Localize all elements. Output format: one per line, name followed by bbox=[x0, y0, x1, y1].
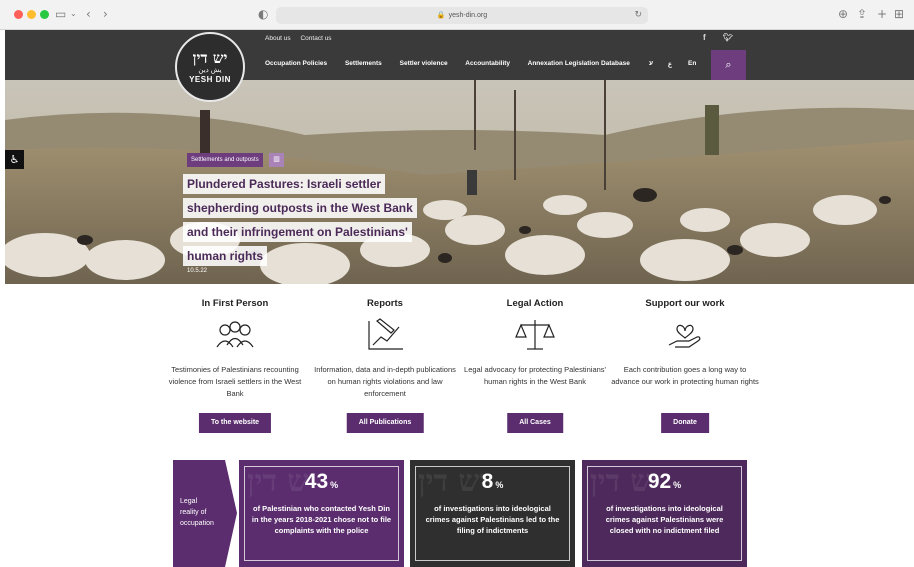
hero-date: 10.5.22 bbox=[187, 268, 208, 274]
hero-title[interactable]: Plundered Pastures: Israeli settler shep… bbox=[183, 174, 423, 270]
share-icon[interactable]: ⇪ bbox=[857, 6, 867, 22]
stat-number: 43 bbox=[304, 470, 329, 493]
site-header: About us Contact us f 🐦︎ Occupation Poli… bbox=[5, 30, 914, 80]
nav-settler-violence[interactable]: Settler violence bbox=[400, 60, 448, 67]
lock-icon: 🔒 bbox=[436, 12, 446, 19]
column-title: Legal Action bbox=[506, 298, 564, 309]
hero-title-line: human rights bbox=[183, 246, 268, 266]
yesh-din-logo[interactable]: יש דין يش دين YESH DIN bbox=[175, 32, 245, 102]
nav-annexation-database[interactable]: Annexation Legislation Database bbox=[528, 60, 630, 67]
stat-unit: % bbox=[495, 480, 504, 490]
chevron-down-icon[interactable]: ⌄ bbox=[70, 6, 77, 22]
stat-unit: % bbox=[673, 480, 682, 490]
new-tab-icon[interactable]: + bbox=[877, 6, 887, 22]
donate-button[interactable]: Donate bbox=[661, 413, 709, 433]
hero-title-line: Plundered Pastures: Israeli settler bbox=[183, 174, 386, 194]
zoom-window-button[interactable] bbox=[40, 10, 49, 19]
back-arrow-icon[interactable]: ‹ bbox=[86, 6, 91, 22]
column-text: Legal advocacy for protecting Palestinia… bbox=[464, 365, 606, 386]
lang-english[interactable]: En bbox=[688, 60, 696, 67]
lang-arabic[interactable]: ع bbox=[668, 60, 672, 68]
chart-pencil-icon bbox=[368, 318, 403, 350]
contact-us-link[interactable]: Contact us bbox=[300, 35, 331, 42]
nav-settlements[interactable]: Settlements bbox=[345, 60, 382, 67]
lang-hebrew[interactable]: ע bbox=[649, 60, 653, 67]
report-chart-icon: ▥ bbox=[269, 153, 284, 167]
stat-description: of investigations into ideological crime… bbox=[605, 504, 724, 535]
stat-value: 43% bbox=[239, 470, 404, 494]
hero-category-tag[interactable]: Settlements and outposts bbox=[187, 153, 263, 167]
about-us-link[interactable]: About us bbox=[265, 35, 291, 42]
column-text: Information, data and in-depth publicati… bbox=[314, 365, 456, 398]
to-the-website-button[interactable]: To the website bbox=[198, 413, 272, 433]
nav-occupation-policies[interactable]: Occupation Policies bbox=[265, 60, 327, 67]
minimize-window-button[interactable] bbox=[27, 10, 36, 19]
stat-number: 8 bbox=[481, 470, 494, 493]
sidebar-icon[interactable]: ▭ bbox=[55, 6, 66, 22]
stat-description: of investigations into ideological crime… bbox=[425, 504, 560, 535]
stat-value: 8% bbox=[410, 470, 575, 494]
main-navigation: Occupation Policies Settlements Settler … bbox=[265, 60, 646, 67]
stat-number: 92 bbox=[647, 470, 672, 493]
logo-arabic: يش دين bbox=[198, 67, 222, 74]
column-legal-action: Legal Action Legal advocacy for protecti… bbox=[460, 298, 610, 433]
twitter-icon[interactable]: 🐦︎ bbox=[723, 33, 733, 42]
legal-label-line: occupation bbox=[180, 520, 214, 527]
url-text: yesh-din.org bbox=[448, 12, 488, 19]
column-title: In First Person bbox=[201, 298, 269, 309]
privacy-shield-icon[interactable]: ◐ bbox=[258, 6, 268, 22]
address-bar[interactable]: 🔒 yesh-din.org ↻ bbox=[276, 7, 648, 24]
legal-label-line: Legal bbox=[180, 498, 198, 505]
utility-links: About us Contact us bbox=[265, 35, 340, 42]
accessibility-icon: ♿︎ bbox=[9, 153, 20, 166]
stat-description: of Palestinian who contacted Yesh Din in… bbox=[251, 504, 392, 535]
people-icon bbox=[216, 321, 254, 348]
stat-unit: % bbox=[330, 480, 339, 490]
column-title: Reports bbox=[367, 298, 403, 309]
tab-overview-icon[interactable]: ⊞ bbox=[894, 6, 904, 22]
all-cases-button[interactable]: All Cases bbox=[507, 413, 563, 433]
forward-arrow-icon[interactable]: › bbox=[103, 6, 108, 22]
hero-photo bbox=[5, 80, 914, 284]
logo-english: YESH DIN bbox=[189, 75, 231, 84]
search-button[interactable]: ⌕ bbox=[711, 50, 746, 80]
browser-toolbar: ▭ ⌄ ‹ › ◐ 🔒 yesh-din.org ↻ ⊕ ⇪ + ⊞ bbox=[0, 0, 914, 30]
column-text: Each contribution goes a long way to adv… bbox=[611, 365, 759, 386]
close-window-button[interactable] bbox=[14, 10, 23, 19]
logo-hebrew: יש דין bbox=[192, 49, 228, 67]
scales-icon bbox=[515, 320, 555, 350]
hero-title-line: shepherding outposts in the West Bank bbox=[183, 198, 417, 218]
legal-reality-label: Legal reality of occupation bbox=[180, 496, 214, 529]
stat-value: 92% bbox=[582, 470, 747, 494]
download-icon[interactable]: ⊕ bbox=[838, 6, 848, 22]
stat-card[interactable]: יש דין 92% of investigations into ideolo… bbox=[582, 460, 747, 567]
legal-label-line: reality of bbox=[180, 509, 207, 516]
search-icon: ⌕ bbox=[725, 58, 732, 71]
stat-card[interactable]: יש דין 43% of Palestinian who contacted … bbox=[239, 460, 404, 567]
facebook-icon[interactable]: f bbox=[703, 33, 706, 42]
column-in-first-person: In First Person Testimonies of Palestini… bbox=[160, 298, 310, 433]
column-title: Support our work bbox=[645, 298, 725, 309]
stat-card[interactable]: יש דין 8% of investigations into ideolog… bbox=[410, 460, 575, 567]
hero-banner[interactable]: ♿︎ Settlements and outposts ▥ Plundered … bbox=[5, 80, 914, 284]
column-reports: Reports Information, data and in-depth p… bbox=[310, 298, 460, 433]
column-text: Testimonies of Palestinians recounting v… bbox=[168, 365, 302, 398]
web-page: About us Contact us f 🐦︎ Occupation Poli… bbox=[5, 30, 914, 567]
column-support: Support our work Each contribution goes … bbox=[610, 298, 760, 433]
accessibility-button[interactable]: ♿︎ bbox=[5, 150, 24, 169]
reload-icon[interactable]: ↻ bbox=[634, 7, 642, 24]
hero-title-line: and their infringement on Palestinians' bbox=[183, 222, 412, 242]
all-publications-button[interactable]: All Publications bbox=[346, 413, 424, 433]
nav-accountability[interactable]: Accountability bbox=[465, 60, 510, 67]
heart-hand-icon bbox=[668, 324, 701, 348]
